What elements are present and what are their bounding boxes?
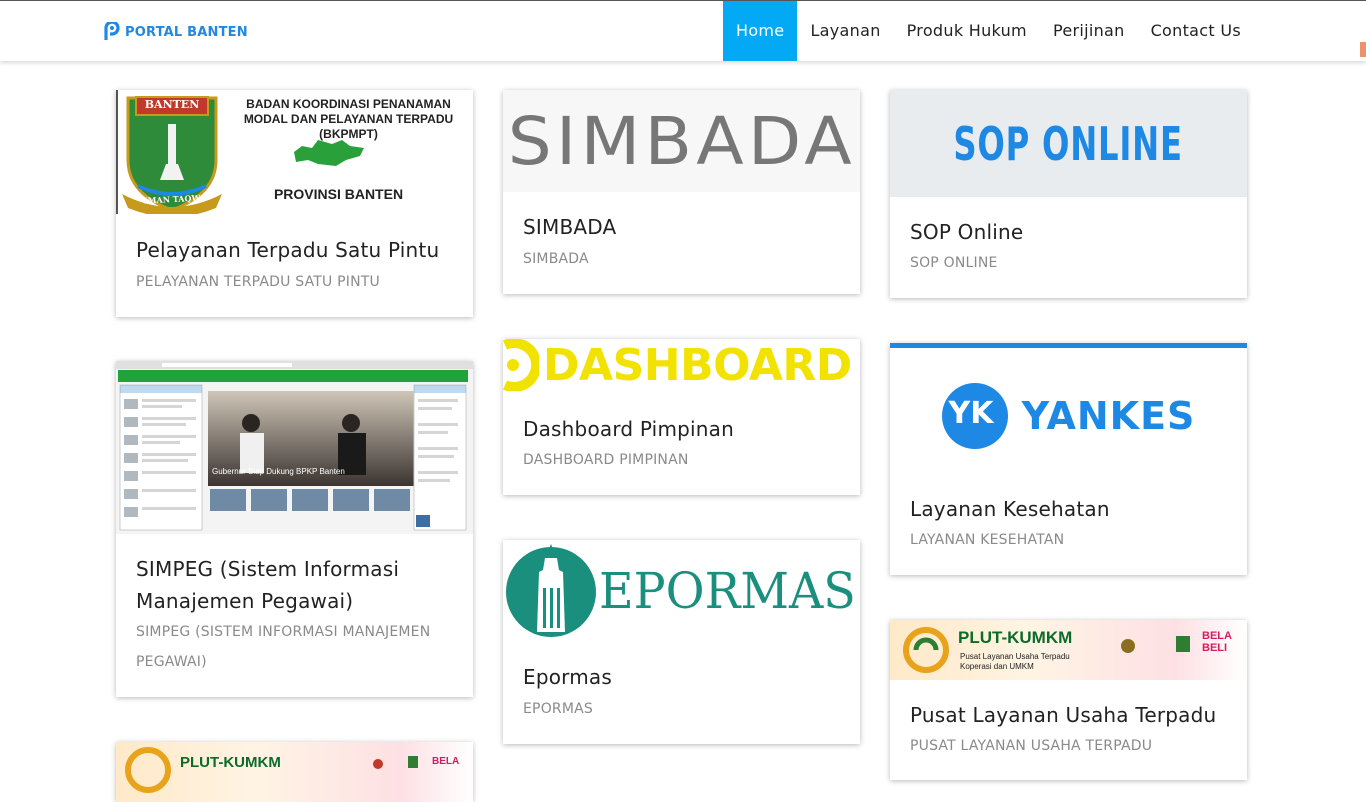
- plut-side-text: BELA BELI: [1202, 630, 1232, 654]
- plut-banner-image: PLUT-KUMKM BELA: [116, 742, 473, 802]
- top-navbar: PORTAL BANTEN Home Layanan Produk Hukum …: [0, 0, 1366, 61]
- card-title[interactable]: Pelayanan Terpadu Satu Pintu: [136, 234, 457, 266]
- card-subtitle: LAYANAN KESEHATAN: [910, 532, 1065, 548]
- yankes-badge-text: YK: [948, 396, 994, 431]
- main-nav: Home Layanan Produk Hukum Perijinan Cont…: [723, 1, 1254, 61]
- plut-banner-image: PLUT-KUMKM Pusat Layanan Usaha Terpadu K…: [890, 620, 1247, 680]
- simpeg-screenshot-image: Gubernur Siap Dukung BPKP Banten: [116, 361, 473, 534]
- simpeg-news-caption: Gubernur Siap Dukung BPKP Banten: [212, 467, 345, 476]
- yankes-banner-image: YK YANKES: [890, 343, 1247, 483]
- brand-name: PORTAL BANTEN: [125, 24, 248, 40]
- card-layanan-kesehatan[interactable]: YK YANKES Layanan Kesehatan LAYANAN KESE…: [890, 343, 1247, 575]
- ptsp-banner-image: BANTEN IMAN TAQWA BADAN KOORDINASI PENAN…: [116, 90, 473, 214]
- card-epormas[interactable]: EPORMAS Epormas EPORMAS: [503, 540, 860, 744]
- nav-layanan[interactable]: Layanan: [797, 1, 893, 61]
- card-subtitle: PUSAT LAYANAN USAHA TERPADU: [910, 738, 1153, 754]
- card-title[interactable]: Dashboard Pimpinan: [523, 413, 844, 445]
- nav-produk-hukum[interactable]: Produk Hukum: [894, 1, 1040, 61]
- yankes-logo-text: YANKES: [1021, 393, 1196, 438]
- dashboard-logo-text: DASHBOARD: [543, 339, 852, 391]
- card-title[interactable]: SIMBADA: [523, 211, 844, 243]
- plut-banner-subtext: Pusat Layanan Usaha Terpadu Koperasi dan…: [960, 652, 1070, 671]
- epormas-logo-text: EPORMAS: [599, 562, 856, 620]
- card-subtitle: DASHBOARD PIMPINAN: [523, 452, 689, 468]
- epormas-logo-icon: [506, 544, 596, 637]
- card-sop-online[interactable]: SOP ONLINE SOP Online SOP ONLINE: [890, 90, 1247, 298]
- card-title[interactable]: Epormas: [523, 661, 844, 693]
- plut-logo-icon: [125, 747, 418, 793]
- simbada-banner-image: SIMBADA: [503, 90, 860, 192]
- card-simbada[interactable]: SIMBADA SIMBADA SIMBADA: [503, 90, 860, 294]
- portal-logo-icon: [104, 22, 120, 40]
- card-subtitle: SOP ONLINE: [910, 255, 998, 271]
- sop-logo-text: SOP ONLINE: [953, 116, 1184, 171]
- card-simpeg[interactable]: Gubernur Siap Dukung BPKP Banten SIMPEG …: [116, 361, 473, 697]
- bkpmpt-banner-title: BADAN KOORDINASI PENANAMAN MODAL DAN PEL…: [243, 97, 454, 141]
- plut-side-text: BELA: [432, 756, 460, 767]
- plut-banner-text: PLUT-KUMKM: [958, 628, 1073, 647]
- sop-banner-image: SOP ONLINE: [890, 90, 1247, 197]
- card-title[interactable]: SIMPEG (Sistem Informasi Manajemen Pegaw…: [136, 553, 457, 617]
- card-plut-partial[interactable]: PLUT-KUMKM BELA: [116, 742, 473, 802]
- card-dashboard[interactable]: DASHBOARD Dashboard Pimpinan DASHBOARD P…: [503, 339, 860, 495]
- card-title[interactable]: Layanan Kesehatan: [910, 493, 1231, 525]
- seal-top-text: BANTEN: [144, 98, 200, 111]
- card-subtitle: SIMPEG (SISTEM INFORMASI MANAJEMEN PEGAW…: [136, 624, 431, 670]
- simpeg-preview-icon: [116, 361, 473, 531]
- provinsi-label: PROVINSI BANTEN: [273, 186, 404, 202]
- simbada-logo-text: SIMBADA: [507, 102, 856, 180]
- dashboard-banner-image: DASHBOARD: [503, 339, 860, 391]
- card-title[interactable]: Pusat Layanan Usaha Terpadu: [910, 699, 1231, 731]
- nav-home[interactable]: Home: [723, 1, 798, 61]
- brand-logo[interactable]: PORTAL BANTEN: [102, 22, 248, 42]
- card-ptsp[interactable]: BANTEN IMAN TAQWA BADAN KOORDINASI PENAN…: [116, 90, 473, 317]
- card-subtitle: SIMBADA: [523, 251, 589, 267]
- plut-banner-text: PLUT-KUMKM: [180, 754, 281, 771]
- card-subtitle: PELAYANAN TERPADU SATU PINTU: [136, 274, 380, 290]
- nav-perijinan[interactable]: Perijinan: [1040, 1, 1138, 61]
- dashboard-logo-icon: [503, 339, 539, 391]
- card-subtitle: EPORMAS: [523, 701, 593, 717]
- nav-contact-us[interactable]: Contact Us: [1138, 1, 1254, 61]
- scroll-indicator: [1360, 42, 1366, 57]
- epormas-banner-image: EPORMAS: [503, 540, 860, 642]
- card-title[interactable]: SOP Online: [910, 216, 1231, 248]
- card-plut[interactable]: PLUT-KUMKM Pusat Layanan Usaha Terpadu K…: [890, 620, 1247, 780]
